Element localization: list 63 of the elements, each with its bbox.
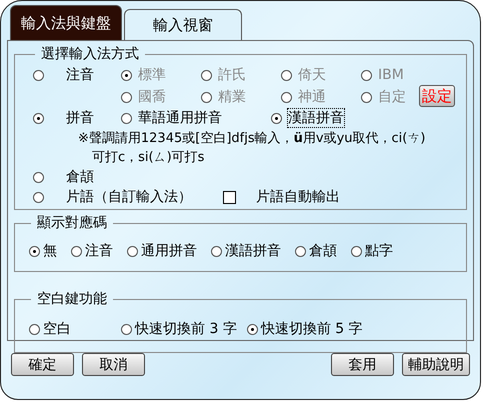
radio-option[interactable]: 注音 bbox=[33, 65, 121, 85]
note-text: ※聲調請用12345或[空白]dfjs輸入，ü用v或yu取代，ci(ㄘ) bbox=[77, 130, 426, 148]
option-label: 拼音 bbox=[66, 109, 94, 127]
option-label: IBM bbox=[378, 67, 404, 83]
radio-option[interactable]: 通用拼音 bbox=[127, 242, 197, 260]
radio-option[interactable]: 倉頡 bbox=[295, 242, 337, 260]
option-label: 倚天 bbox=[298, 66, 326, 84]
radio-button[interactable] bbox=[33, 112, 44, 124]
dialog-button[interactable]: 輔助說明 bbox=[402, 353, 470, 376]
radio-button[interactable] bbox=[127, 246, 138, 256]
radio-button[interactable] bbox=[121, 324, 132, 334]
option-label: 漢語拼音 bbox=[225, 242, 281, 260]
option-label: 注音 bbox=[66, 66, 94, 84]
radio-button[interactable] bbox=[295, 246, 306, 256]
dialog-button[interactable]: 取消 bbox=[82, 353, 145, 376]
option-label: 自定 bbox=[378, 88, 406, 106]
radio-option[interactable]: 華語通用拼音 bbox=[121, 109, 271, 127]
option-label: 片語自動輸出 bbox=[256, 188, 340, 206]
radio-button[interactable] bbox=[29, 324, 40, 334]
option-label: 標準 bbox=[138, 66, 166, 84]
radio-button[interactable] bbox=[351, 246, 362, 256]
radio-option[interactable]: 無 bbox=[29, 242, 57, 260]
option-label: 通用拼音 bbox=[141, 242, 197, 260]
dialog-button[interactable]: 套用 bbox=[331, 353, 394, 376]
group-title: 顯示對應碼 bbox=[36, 214, 108, 232]
radio-option[interactable]: 漢語拼音 bbox=[271, 109, 344, 127]
option-label: 點字 bbox=[365, 242, 393, 260]
checkbox-option[interactable]: 片語自動輸出 bbox=[223, 188, 340, 206]
radio-option[interactable]: 空白 bbox=[29, 320, 111, 338]
radio-button[interactable] bbox=[33, 70, 44, 80]
option-label: 漢語拼音 bbox=[288, 109, 344, 127]
checkbox[interactable] bbox=[223, 190, 236, 204]
option-label: 片語（自訂輸入法） bbox=[66, 188, 192, 206]
radio-button[interactable] bbox=[246, 324, 258, 334]
option-label: 無 bbox=[43, 242, 57, 260]
tab[interactable]: 輸入視窗 bbox=[124, 9, 242, 40]
option-label: 倉頡 bbox=[309, 242, 337, 260]
note-text: 可打c，si(ㄙ)可打s bbox=[91, 149, 206, 167]
option-label: 空白 bbox=[43, 320, 71, 338]
radio-option[interactable]: 點字 bbox=[351, 242, 393, 260]
option-label: 神通 bbox=[298, 88, 326, 106]
radio-option[interactable]: 拼音 bbox=[33, 109, 121, 127]
dialog-button[interactable]: 確定 bbox=[11, 353, 74, 376]
radio-option[interactable]: 注音 bbox=[71, 242, 113, 260]
tab[interactable]: 輸入法與鍵盤 bbox=[10, 5, 122, 40]
option-label: 許氏 bbox=[218, 66, 246, 84]
option-label: 華語通用拼音 bbox=[138, 109, 222, 127]
radio-option[interactable]: 漢語拼音 bbox=[211, 242, 281, 260]
option-label: 倉頡 bbox=[66, 168, 94, 186]
radio-option[interactable]: 片語（自訂輸入法） bbox=[33, 188, 223, 206]
group-title: 選擇輸入法方式 bbox=[40, 45, 140, 63]
option-label: 精業 bbox=[218, 88, 246, 106]
radio-button[interactable] bbox=[211, 246, 222, 256]
group-title: 空白鍵功能 bbox=[36, 290, 108, 308]
radio-button[interactable] bbox=[29, 246, 40, 256]
radio-button[interactable] bbox=[271, 112, 282, 124]
radio-button[interactable] bbox=[33, 192, 44, 202]
radio-button[interactable] bbox=[121, 112, 132, 124]
radio-option[interactable]: 倉頡 bbox=[33, 168, 121, 186]
radio-button[interactable] bbox=[71, 246, 82, 256]
radio-button[interactable] bbox=[33, 172, 44, 182]
option-label: 國喬 bbox=[138, 88, 166, 106]
option-label: 注音 bbox=[85, 242, 113, 260]
